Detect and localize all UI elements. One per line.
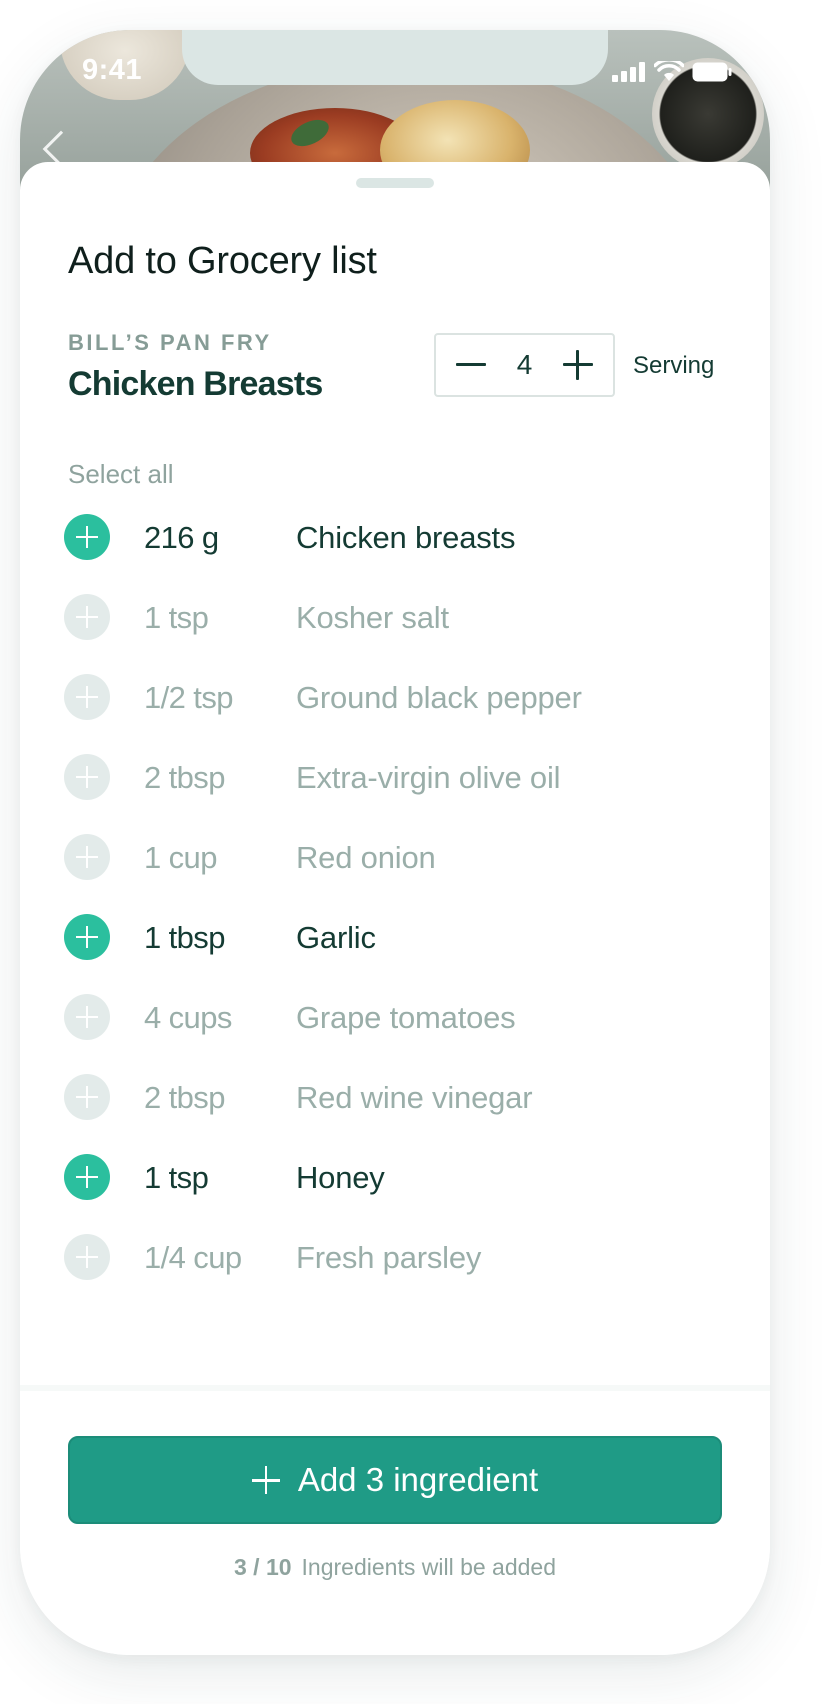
sheet-title: Add to Grocery list [68, 240, 377, 282]
grocery-sheet: Add to Grocery list BILL’S PAN FRY Chick… [20, 162, 770, 1655]
ingredient-amount: 2 tbsp [144, 760, 225, 795]
serving-label: Serving [633, 352, 715, 379]
status-time: 9:41 [82, 54, 143, 86]
ingredient-row[interactable]: 2 tbsp Red wine vinegar [20, 1057, 770, 1137]
ingredient-amount: 216 g [144, 520, 219, 555]
add-circle-icon[interactable] [64, 674, 110, 720]
ingredient-amount: 1/4 cup [144, 1240, 242, 1275]
add-circle-icon[interactable] [64, 994, 110, 1040]
add-ingredients-button[interactable]: Add 3 ingredient [68, 1436, 722, 1524]
ingredient-row[interactable]: 1 tsp Kosher salt [20, 577, 770, 657]
phone-frame: 9:41 Add to Grocery list BILL’S PAN FRY … [20, 30, 770, 1655]
sheet-grabber[interactable] [356, 178, 434, 188]
ingredient-row[interactable]: 1 cup Red onion [20, 817, 770, 897]
ingredient-name: Honey [296, 1160, 385, 1195]
decrease-servings-button[interactable] [454, 348, 488, 382]
ingredient-row[interactable]: 1 tsp Honey [20, 1137, 770, 1217]
ingredient-row[interactable]: 2 tbsp Extra-virgin olive oil [20, 737, 770, 817]
ingredient-name: Fresh parsley [296, 1240, 482, 1275]
selection-count: 3 / 10 [234, 1554, 292, 1580]
selection-caption-text: Ingredients will be added [301, 1554, 556, 1580]
ingredient-amount: 1 tbsp [144, 920, 225, 955]
ingredient-row[interactable]: 216 g Chicken breasts [20, 497, 770, 577]
footer-divider [20, 1385, 770, 1391]
ingredient-row[interactable]: 4 cups Grape tomatoes [20, 977, 770, 1057]
add-circle-icon[interactable] [64, 1154, 110, 1200]
servings-stepper: 4 [434, 333, 615, 397]
add-circle-icon[interactable] [64, 594, 110, 640]
servings-value: 4 [516, 349, 533, 380]
add-ingredients-label: Add 3 ingredient [297, 1461, 539, 1498]
ingredient-name: Extra-virgin olive oil [296, 760, 561, 795]
ingredient-name: Ground black pepper [296, 680, 582, 715]
ingredient-amount: 4 cups [144, 1000, 232, 1035]
device-notch [182, 30, 608, 85]
add-circle-icon[interactable] [64, 834, 110, 880]
add-circle-icon[interactable] [64, 754, 110, 800]
add-circle-icon[interactable] [64, 1234, 110, 1280]
ingredient-name: Red onion [296, 840, 436, 875]
plus-icon [251, 1466, 280, 1494]
recipe-source: BILL’S PAN FRY [68, 330, 272, 355]
add-circle-icon[interactable] [64, 1074, 110, 1120]
ingredient-row[interactable]: 1 tbsp Garlic [20, 897, 770, 977]
selection-caption: 3 / 10 Ingredients will be added [20, 1554, 770, 1581]
ingredient-list: 216 g Chicken breasts 1 tsp Kosher salt … [20, 497, 770, 1297]
ingredient-name: Red wine vinegar [296, 1080, 533, 1115]
ingredient-name: Grape tomatoes [296, 1000, 516, 1035]
ingredient-row[interactable]: 1/4 cup Fresh parsley [20, 1217, 770, 1297]
status-icons [612, 60, 732, 84]
ingredient-amount: 1 cup [144, 840, 217, 875]
ingredient-name: Kosher salt [296, 600, 449, 635]
recipe-name: Chicken Breasts [68, 365, 323, 403]
increase-servings-button[interactable] [561, 348, 595, 382]
select-all-button[interactable]: Select all [68, 459, 174, 490]
ingredient-name: Chicken breasts [296, 520, 516, 555]
add-circle-icon[interactable] [64, 514, 110, 560]
ingredient-name: Garlic [296, 920, 376, 955]
ingredient-amount: 1/2 tsp [144, 680, 233, 715]
ingredient-amount: 1 tsp [144, 1160, 209, 1195]
ingredient-row[interactable]: 1/2 tsp Ground black pepper [20, 657, 770, 737]
ingredient-amount: 2 tbsp [144, 1080, 225, 1115]
wifi-icon [654, 61, 684, 81]
add-circle-icon[interactable] [64, 914, 110, 960]
ingredient-amount: 1 tsp [144, 600, 209, 635]
signal-icon [612, 62, 645, 82]
battery-icon [692, 62, 732, 82]
